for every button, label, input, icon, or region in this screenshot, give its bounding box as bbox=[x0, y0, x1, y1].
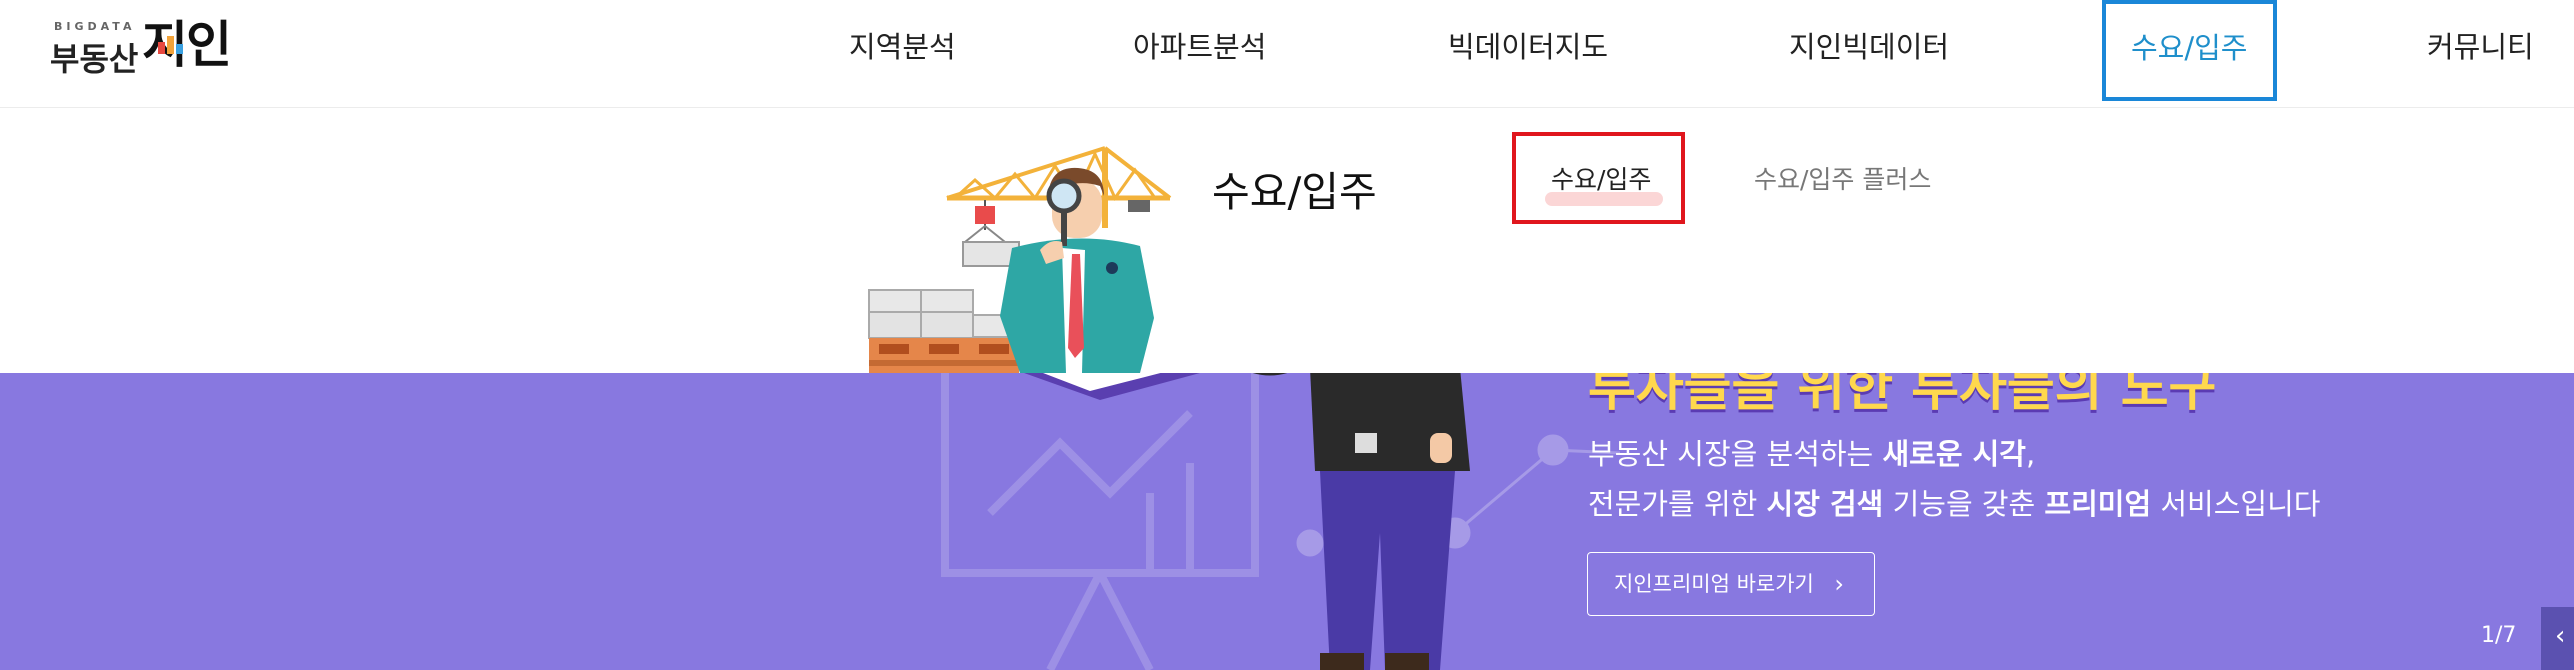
hero-desc-line-1: 부동산 시장을 분석하는 새로운 시각, bbox=[1588, 431, 2035, 473]
desc-text: 기능을 갖춘 bbox=[1883, 487, 2045, 521]
presenter-graphic bbox=[1024, 373, 1470, 670]
submenu-link-demand-supply-plus[interactable]: 수요/입주 플러스 bbox=[1754, 160, 1931, 196]
submenu-title: 수요/입주 bbox=[1212, 168, 1377, 216]
desc-text: 서비스입니다 bbox=[2151, 487, 2321, 521]
logo-text-right: 지인 bbox=[142, 16, 232, 74]
logo[interactable]: BIGDATA 부동산 지인 bbox=[50, 16, 240, 78]
chevron-right-icon: › bbox=[1834, 570, 1844, 598]
hero-banner: 투자들을 위한 투자들의 도구 부동산 시장을 분석하는 새로운 시각, 전문가… bbox=[0, 373, 2574, 670]
submenu-panel: 수요/입주 수요/입주 수요/입주 플러스 bbox=[0, 108, 2574, 373]
nav-item-bigdata-map[interactable]: 빅데이터지도 bbox=[1448, 0, 1608, 96]
nav-item-apartment-analysis[interactable]: 아파트분석 bbox=[1133, 0, 1266, 96]
desc-bold: 시장 검색 bbox=[1766, 487, 1884, 521]
nav-item-jiin-bigdata[interactable]: 지인빅데이터 bbox=[1789, 0, 1949, 96]
side-tab-button[interactable]: ‹ bbox=[2541, 607, 2574, 670]
slide-pager: 1/7 bbox=[2481, 623, 2517, 648]
hero-desc-line-2: 전문가를 위한 시장 검색 기능을 갖춘 프리미엄 서비스입니다 bbox=[1588, 481, 2320, 523]
desc-bold: 새로운 시각 bbox=[1882, 437, 2026, 471]
submenu-link-demand-supply[interactable]: 수요/입주 bbox=[1545, 160, 1664, 206]
logo-tagline: BIGDATA bbox=[54, 20, 136, 33]
desc-text: , bbox=[2025, 437, 2036, 471]
premium-shortcut-button[interactable]: 지인프리미엄 바로가기 › bbox=[1587, 552, 1875, 616]
site-header: BIGDATA 부동산 지인 지역분석 아파트분석 빅데이터지도 지인빅데이터 … bbox=[0, 0, 2574, 108]
submenu-link-label: 수요/입주 bbox=[1551, 165, 1652, 194]
chevron-left-icon: ‹ bbox=[2555, 621, 2566, 651]
boxes-graphic bbox=[868, 289, 1022, 373]
construction-illustration bbox=[868, 146, 1172, 373]
premium-shortcut-label: 지인프리미엄 바로가기 bbox=[1614, 572, 1814, 596]
desc-text: 부동산 시장을 분석하는 bbox=[1588, 437, 1883, 471]
logo-text-left: 부동산 bbox=[50, 40, 139, 78]
desc-text: 전문가를 위한 bbox=[1588, 487, 1767, 521]
nav-item-region-analysis[interactable]: 지역분석 bbox=[849, 0, 956, 96]
nav-item-demand-supply[interactable]: 수요/입주 bbox=[2102, 0, 2277, 101]
desc-bold: 프리미엄 bbox=[2044, 487, 2152, 521]
hero-headline: 투자들을 위한 투자들의 도구 bbox=[1588, 373, 2217, 418]
nav-item-community[interactable]: 커뮤니티 bbox=[2427, 0, 2534, 96]
chart-board-graphic bbox=[941, 373, 1259, 670]
